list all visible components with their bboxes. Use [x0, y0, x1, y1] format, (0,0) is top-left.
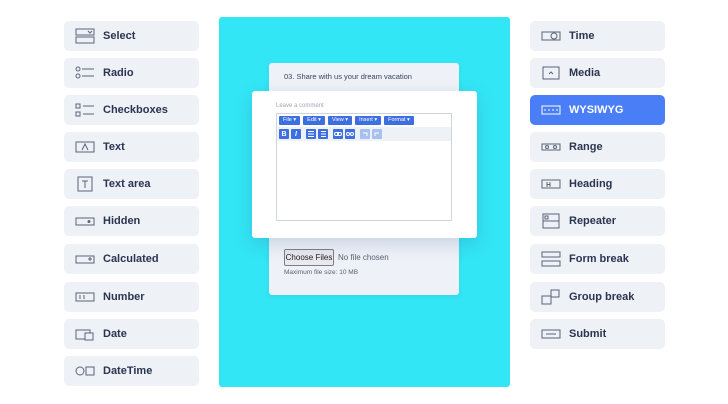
field-range-button[interactable]: Range	[530, 132, 665, 162]
question-title: 03. Share with us your dream vacation	[284, 72, 412, 81]
wysiwyg-icon	[540, 101, 562, 119]
unlink-icon[interactable]	[345, 129, 355, 139]
field-label: Number	[103, 291, 145, 303]
field-group-break-button[interactable]: Group break	[530, 282, 665, 312]
redo-icon[interactable]	[372, 129, 382, 139]
field-textarea-button[interactable]: Text area	[64, 169, 199, 199]
field-label: Submit	[569, 328, 607, 340]
time-icon	[540, 27, 562, 45]
italic-icon[interactable]: I	[291, 129, 301, 139]
textarea-icon	[74, 175, 96, 193]
number-icon	[74, 288, 96, 306]
checkboxes-icon	[74, 101, 96, 119]
select-icon	[74, 27, 96, 45]
field-label: Repeater	[569, 215, 617, 227]
field-text-button[interactable]: Text	[64, 132, 199, 162]
field-number-button[interactable]: Number	[64, 282, 199, 312]
field-label: Text area	[103, 178, 151, 190]
link-icon[interactable]	[333, 129, 343, 139]
numbered-list-icon[interactable]	[318, 129, 328, 139]
media-icon	[540, 64, 562, 82]
editor-menubar: File ▾ Edit ▾ View ▾ Insert ▾ Format ▾	[279, 116, 414, 125]
menu-insert[interactable]: Insert ▾	[355, 116, 382, 125]
field-wysiwyg-button[interactable]: WYSIWYG	[530, 95, 665, 125]
field-form-break-button[interactable]: Form break	[530, 244, 665, 274]
field-media-button[interactable]: Media	[530, 58, 665, 88]
field-label: WYSIWYG	[569, 104, 624, 116]
undo-icon[interactable]	[360, 129, 370, 139]
field-label: Heading	[569, 178, 613, 190]
radio-icon	[74, 64, 96, 82]
date-icon	[74, 325, 96, 343]
editor-toolbar: B I	[277, 127, 451, 141]
group-break-icon	[540, 288, 562, 306]
wysiwyg-editor[interactable]: File ▾ Edit ▾ View ▾ Insert ▾ Format ▾ B…	[276, 113, 452, 221]
heading-icon	[540, 175, 562, 193]
field-label: Date	[103, 328, 127, 340]
field-label: Calculated	[103, 253, 159, 265]
field-label: Range	[569, 141, 603, 153]
field-calculated-button[interactable]: Calculated	[64, 244, 199, 274]
range-icon	[540, 138, 562, 156]
field-label: Select	[103, 30, 136, 42]
field-repeater-button[interactable]: Repeater	[530, 206, 665, 236]
field-checkboxes-button[interactable]: Checkboxes	[64, 95, 199, 125]
field-heading-button[interactable]: Heading	[530, 169, 665, 199]
field-select-button[interactable]: Select	[64, 21, 199, 51]
calculated-icon	[74, 250, 96, 268]
menu-view[interactable]: View ▾	[327, 116, 353, 125]
field-label: Form break	[569, 253, 629, 265]
datetime-icon	[74, 362, 96, 380]
field-label: Radio	[103, 67, 134, 79]
field-radio-button[interactable]: Radio	[64, 58, 199, 88]
repeater-icon	[540, 212, 562, 230]
field-label: Group break	[569, 291, 635, 303]
hidden-icon	[74, 212, 96, 230]
wysiwyg-editor-card: Leave a comment File ▾ Edit ▾ View ▾ Ins…	[252, 91, 477, 238]
menu-format[interactable]: Format ▾	[384, 116, 414, 125]
submit-icon	[540, 325, 562, 343]
menu-edit[interactable]: Edit ▾	[303, 116, 325, 125]
choose-files-button[interactable]: Choose Files	[284, 249, 334, 266]
field-submit-button[interactable]: Submit	[530, 319, 665, 349]
field-label: Time	[569, 30, 595, 42]
comment-label: Leave a comment	[276, 103, 324, 109]
form-break-icon	[540, 250, 562, 268]
max-file-size-text: Maximum file size: 10 MB	[284, 269, 359, 276]
field-label: Checkboxes	[103, 104, 168, 116]
field-datetime-button[interactable]: DateTime	[64, 356, 199, 386]
field-label: Text	[103, 141, 125, 153]
field-time-button[interactable]: Time	[530, 21, 665, 51]
field-date-button[interactable]: Date	[64, 319, 199, 349]
bold-icon[interactable]: B	[279, 129, 289, 139]
field-label: Media	[569, 67, 601, 79]
bullet-list-icon[interactable]	[306, 129, 316, 139]
no-file-text: No file chosen	[338, 253, 389, 262]
menu-file[interactable]: File ▾	[279, 116, 301, 125]
field-hidden-button[interactable]: Hidden	[64, 206, 199, 236]
field-label: Hidden	[103, 215, 141, 227]
field-label: DateTime	[103, 365, 153, 377]
text-icon	[74, 138, 96, 156]
